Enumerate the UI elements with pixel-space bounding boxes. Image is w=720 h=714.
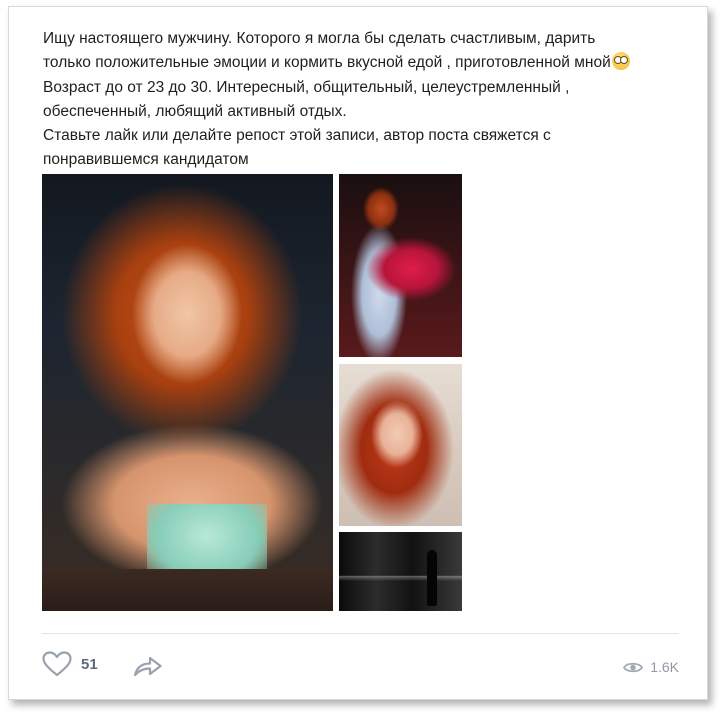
post-text-line: понравившемся кандидатом	[43, 151, 249, 169]
eye-icon	[623, 662, 644, 672]
like-button[interactable]: 51	[42, 651, 98, 677]
post-text-line: Ставьте лайк или делайте репост этой зап…	[43, 127, 551, 145]
photo-roses[interactable]	[339, 174, 462, 357]
flushed-face-emoji-icon	[611, 52, 630, 71]
share-arrow-icon	[133, 656, 162, 677]
views-counter: 1.6K	[623, 659, 679, 675]
post-card: Ищу настоящего мужчину. Которого я могла…	[8, 6, 708, 700]
post-text: Ищу настоящего мужчину. Которого я могла…	[43, 27, 683, 173]
photo-selfie[interactable]	[339, 364, 462, 526]
photo-figure	[427, 550, 437, 606]
post-text-line: только положительные эмоции и кормить вк…	[43, 51, 683, 75]
photo-main[interactable]	[42, 174, 333, 611]
views-count: 1.6K	[650, 659, 679, 675]
heart-icon	[42, 651, 72, 677]
post-text-line: Ищу настоящего мужчину. Которого я могла…	[43, 30, 596, 47]
divider	[42, 633, 679, 634]
post-text-line: Возраст до от 23 до 30. Интересный, общи…	[43, 78, 570, 96]
post-text-line: обеспеченный, любящий активный отдых.	[43, 102, 347, 120]
like-count: 51	[81, 655, 98, 673]
share-button[interactable]	[133, 655, 163, 677]
photo-black-white[interactable]	[339, 532, 462, 611]
photo-detail-table	[42, 569, 333, 611]
